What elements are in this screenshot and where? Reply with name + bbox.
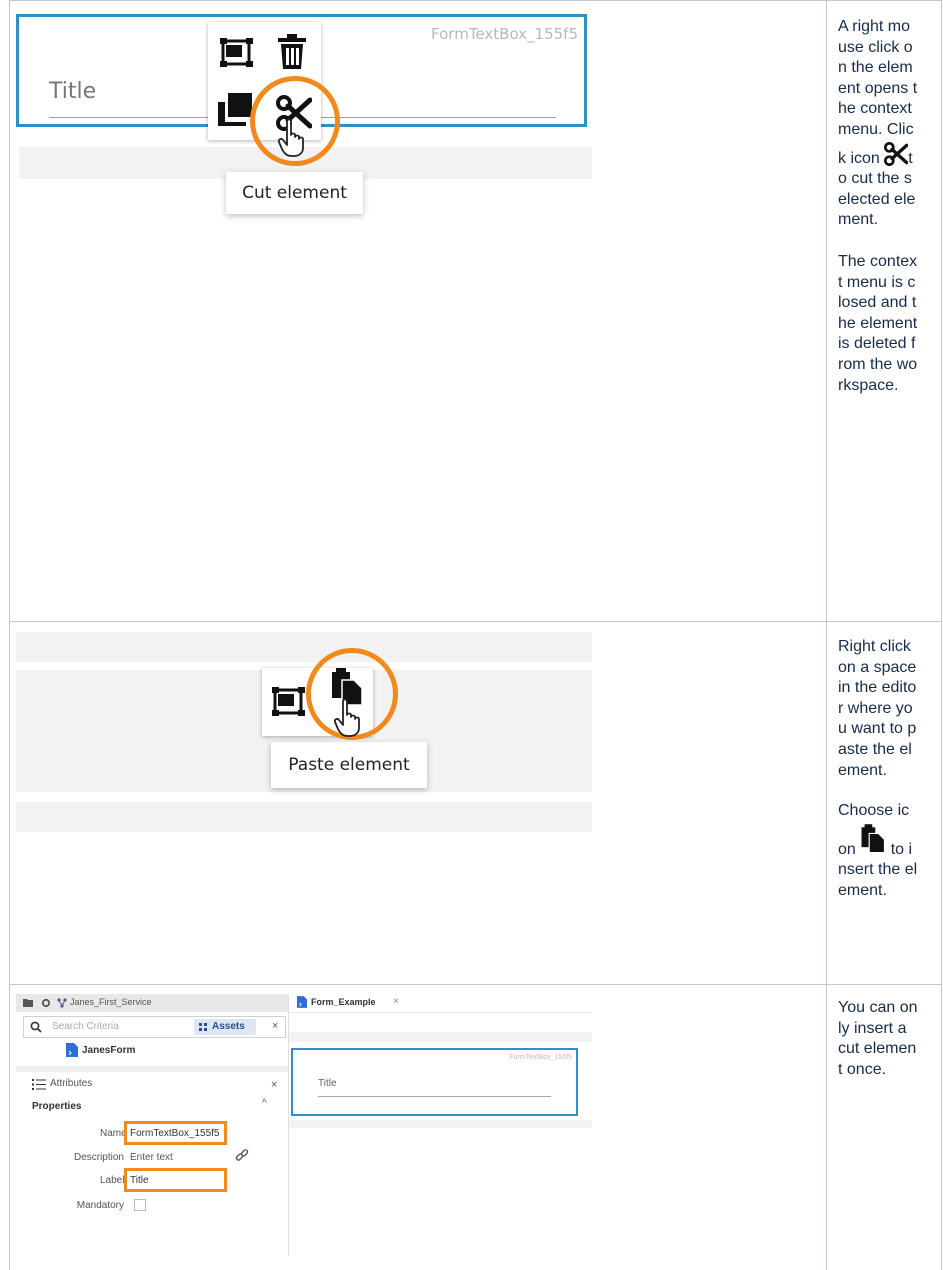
drop-area-bar-1 xyxy=(16,632,592,662)
paste-tooltip: Paste element xyxy=(271,742,427,788)
table-border-top xyxy=(9,0,942,1)
mandatory-checkbox[interactable] xyxy=(134,1199,146,1211)
row1-note: A right mouse click on the element opens… xyxy=(838,17,918,396)
row3-note-para: You can only insert a cut element once. xyxy=(838,999,918,1078)
explorer-panel: Janes_First_Service Search Criteria Asse… xyxy=(16,994,289,1256)
delete-icon[interactable] xyxy=(277,34,307,70)
cut-tooltip-text: Cut element xyxy=(242,183,347,203)
description-field-label: Description xyxy=(73,1152,124,1163)
search-close-icon[interactable]: × xyxy=(272,1020,278,1032)
explorer-header: Janes_First_Service xyxy=(16,994,288,1012)
field-label: Title xyxy=(49,79,97,104)
resize-icon[interactable] xyxy=(220,37,254,69)
resize-icon[interactable] xyxy=(272,686,306,718)
tree-item-label: JanesForm xyxy=(82,1045,136,1056)
row1-note-para1: A right mouse click on the element opens… xyxy=(838,18,918,229)
link-icon[interactable] xyxy=(235,1149,249,1163)
folder-icon[interactable] xyxy=(23,999,33,1007)
table-row-divider-1 xyxy=(9,621,942,622)
table-row-divider-2 xyxy=(9,984,942,985)
form-file-icon xyxy=(66,1043,78,1057)
row2-note: Right click on a space in the editor whe… xyxy=(838,637,918,902)
search-icon xyxy=(30,1021,42,1033)
row2-screenshot: Paste element xyxy=(16,632,592,832)
paste-inline-icon xyxy=(861,823,886,853)
assets-label: Assets xyxy=(212,1021,245,1032)
attributes-close-icon[interactable]: × xyxy=(271,1079,277,1091)
label-field-label: Label xyxy=(100,1175,125,1186)
properties-title: Properties xyxy=(32,1101,82,1112)
grid-icon xyxy=(199,1023,207,1031)
drop-area-bar-3 xyxy=(16,802,592,832)
panel-separator xyxy=(16,1066,288,1072)
form-file-icon xyxy=(297,996,307,1008)
copy-icon[interactable] xyxy=(216,90,254,128)
table-border-left xyxy=(9,0,10,1270)
scissors-inline-icon xyxy=(884,141,909,166)
gear-icon[interactable] xyxy=(41,998,51,1008)
canvas-bar-bottom xyxy=(289,1120,592,1128)
row3-screenshot: Janes_First_Service Search Criteria Asse… xyxy=(16,994,592,1256)
row1-note-para2: The context menu is closed and the eleme… xyxy=(838,252,918,394)
table-border-right xyxy=(941,0,942,1270)
canvas-bar-top xyxy=(289,1032,592,1042)
list-icon xyxy=(32,1079,46,1090)
hand-cursor-icon xyxy=(334,698,360,737)
chevron-up-icon[interactable]: ^ xyxy=(262,1098,267,1109)
row2-note-para2: Choose icon to insert the element. xyxy=(838,802,918,899)
row2-note-para1: Right click on a space in the editor whe… xyxy=(838,638,917,779)
canvas-field-label: Title xyxy=(318,1078,337,1089)
service-icon xyxy=(57,998,67,1008)
table-col-divider xyxy=(826,0,827,1270)
name-field-value[interactable]: FormTextBox_155f5 xyxy=(130,1128,220,1139)
canvas-field-underline xyxy=(318,1096,551,1097)
search-input[interactable]: Search Criteria xyxy=(52,1021,119,1032)
attributes-title: Attributes xyxy=(50,1078,93,1089)
canvas-textbox[interactable]: FormTextBox_155f5 Title xyxy=(291,1048,578,1116)
hand-cursor-icon xyxy=(278,118,304,157)
tab-close-icon[interactable]: × xyxy=(393,996,399,1007)
tab-label: Form_Example xyxy=(311,997,376,1007)
paste-tooltip-text: Paste element xyxy=(288,755,410,775)
tab-form-example[interactable]: Form_Example × xyxy=(295,994,407,1013)
mandatory-field-label: Mandatory xyxy=(76,1200,124,1211)
element-id-label: FormTextBox_155f5 xyxy=(431,25,578,43)
service-name[interactable]: Janes_First_Service xyxy=(70,997,152,1007)
name-field-label: Name xyxy=(100,1128,127,1139)
row3-note: You can only insert a cut element once. xyxy=(838,998,918,1080)
assets-button[interactable]: Assets xyxy=(194,1019,256,1035)
search-bar: Search Criteria Assets × xyxy=(23,1016,286,1038)
editor-area: Form_Example × FormTextBox_155f5 Title xyxy=(289,994,592,1256)
label-field-value[interactable]: Title xyxy=(130,1175,149,1186)
description-input[interactable]: Enter text xyxy=(130,1152,173,1163)
canvas-element-id: FormTextBox_155f5 xyxy=(509,1054,572,1061)
cut-tooltip: Cut element xyxy=(226,172,363,214)
editor-tab-strip xyxy=(289,1012,592,1013)
row1-screenshot: FormTextBox_155f5 Title Cut element xyxy=(16,12,592,222)
